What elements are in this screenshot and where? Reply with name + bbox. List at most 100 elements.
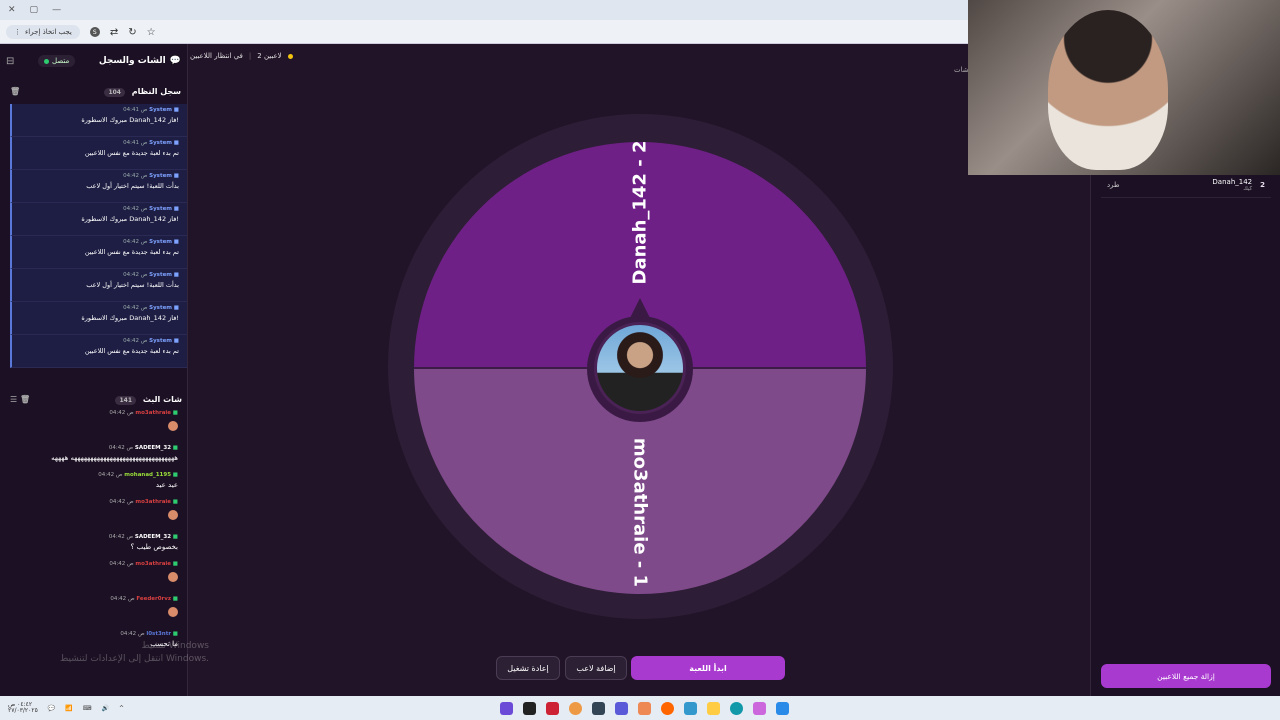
windows-activation-watermark: تنشيط Windows انتقل إلى الإعدادات لتنشيط…: [60, 640, 209, 665]
system-log-sender: System: [149, 173, 173, 179]
webcam-overlay: [968, 0, 1280, 175]
system-log-text: تم بدء لعبة جديدة مع نفس اللاعبين: [84, 248, 179, 256]
window-titlebar: ✕ ▢ —: [0, 0, 968, 20]
chat-username[interactable]: SADEEM_32: [135, 534, 171, 540]
profile-avatar[interactable]: S: [89, 27, 100, 37]
chat-username[interactable]: mohanad_1195: [124, 472, 171, 478]
system-log-meta: 04:42 ص System ■: [12, 239, 179, 245]
start-game-button[interactable]: ابدأ اللعبة: [631, 656, 785, 680]
system-log-item: 04:42 ص System ■ بدأت اللعبة! سيتم اختيار…: [10, 170, 187, 203]
status-dot-icon: [44, 58, 49, 64]
add-player-button[interactable]: إضافة لاعب: [565, 656, 627, 680]
emote-icon: [168, 510, 178, 520]
system-log-sender: System: [149, 305, 173, 311]
system-log-meta: 04:42 ص System ■: [12, 305, 179, 311]
app-icon[interactable]: [753, 701, 766, 715]
system-log-time: 04:42 ص: [123, 239, 148, 245]
volume-icon[interactable]: 🔊: [101, 705, 108, 712]
app-icon[interactable]: [592, 701, 605, 715]
right-tab-label[interactable]: شات: [954, 66, 969, 74]
edge-icon[interactable]: [730, 701, 743, 715]
wheel-segment-label: Danah_142 - 2: [629, 142, 651, 285]
player-count-label: 2 لاعبين: [257, 52, 282, 60]
chrome-icon[interactable]: [569, 701, 582, 715]
teams-icon[interactable]: [615, 701, 628, 715]
chat-text: ههههههههههههههههههههههههههههههههه ههههه: [51, 454, 178, 462]
chat-time: 04:42 ص: [98, 472, 123, 478]
live-chat-title-wrap: 141 شات البث: [115, 395, 182, 405]
live-chat-count: 141: [115, 395, 137, 405]
chat-username[interactable]: mo3athraie: [135, 499, 171, 505]
windows-start-icon[interactable]: [776, 701, 789, 715]
system-log-text: بدأت اللعبة! سيتم اختيار أول لاعب: [86, 182, 179, 190]
remove-all-players-button[interactable]: إزالة جميع اللاعبين: [1101, 664, 1271, 688]
wifi-icon[interactable]: 📶: [65, 705, 72, 712]
maximize-window-icon[interactable]: ▢: [30, 5, 39, 15]
system-badge-icon: ■: [173, 305, 179, 311]
system-log-list[interactable]: 04:41 ص System ■ مبروك الاسطورة Danah_142…: [0, 104, 187, 382]
system-badge-icon: ■: [173, 107, 179, 113]
app-icon[interactable]: [638, 701, 651, 715]
system-log-text: تم بدء لعبة جديدة مع نفس اللاعبين: [84, 149, 179, 157]
extensions-icon[interactable]: ⇄: [110, 27, 118, 38]
kick-badge-icon: ■: [172, 631, 178, 637]
player-platform: كيك: [1243, 185, 1253, 192]
list-icon[interactable]: ☰: [10, 395, 17, 404]
kick-badge-icon: ■: [172, 410, 178, 416]
chat-username[interactable]: mo3athraie: [135, 410, 171, 416]
player-row: طرد Danah_142 كيك 2: [1101, 172, 1271, 198]
chat-tray-icon[interactable]: 💬: [48, 705, 55, 712]
app-icon[interactable]: [500, 701, 513, 715]
emote-icon: [168, 607, 178, 617]
restart-button[interactable]: إعادة تشغيل: [496, 656, 560, 680]
clock[interactable]: ٠٤:٤٢ ص ٢٧/٠٣/٢٠٢٥: [8, 702, 38, 714]
kick-player-button[interactable]: طرد: [1107, 181, 1120, 189]
trash-icon[interactable]: 🗑: [10, 87, 20, 96]
app-icon[interactable]: [546, 701, 559, 715]
system-log-meta: 04:42 ص System ■: [12, 173, 179, 179]
app-icon[interactable]: [523, 701, 536, 715]
browser-bar: ✕ ▢ — ⋮ يجب اتخاذ إجراء S ⇄ ↻ ☆: [0, 0, 968, 44]
system-log-count: 104: [104, 87, 125, 97]
chat-message: 04:42 ص mo3athraie ■: [0, 410, 188, 435]
system-log-time: 04:42 ص: [123, 173, 148, 179]
chat-username[interactable]: l0st3ntr: [146, 631, 171, 637]
chat-message-meta: 04:42 ص l0st3ntr ■: [10, 631, 178, 637]
chat-panel-title: الشات والسجل: [98, 56, 166, 66]
chat-message-meta: 04:42 ص mo3athraie ■: [10, 410, 178, 416]
close-window-icon[interactable]: ✕: [8, 5, 16, 15]
chat-username[interactable]: SADEEM_32: [135, 445, 171, 451]
keyboard-icon[interactable]: ⌨: [83, 705, 92, 712]
system-badge-icon: ■: [173, 239, 179, 245]
reload-icon[interactable]: ↻: [128, 27, 136, 38]
system-log-meta: 04:42 ص System ■: [12, 206, 179, 212]
app-icon[interactable]: [684, 701, 697, 715]
collapse-panel-icon[interactable]: ⊟: [6, 56, 14, 67]
system-log-meta: 04:42 ص System ■: [12, 338, 179, 344]
bookmark-star-icon[interactable]: ☆: [147, 27, 156, 38]
system-log-time: 04:41 ص: [123, 140, 148, 146]
system-tray: ٠٤:٤٢ ص ٢٧/٠٣/٢٠٢٥ 💬 📶 ⌨ 🔊 ^: [0, 702, 124, 714]
system-badge-icon: ■: [173, 173, 179, 179]
chat-username[interactable]: mo3athraie: [135, 561, 171, 567]
system-badge-icon: ■: [173, 338, 179, 344]
browser-toolbar: ⋮ يجب اتخاذ إجراء S ⇄ ↻ ☆: [0, 20, 968, 44]
system-log-title: سجل النظام: [131, 86, 181, 96]
tray-chevron-icon[interactable]: ^: [119, 705, 124, 712]
kick-badge-icon: ■: [172, 472, 178, 478]
chat-trash-icon[interactable]: 🗑: [20, 395, 30, 404]
firefox-icon[interactable]: [661, 701, 674, 715]
system-log-item: 04:42 ص System ■ تم بدء لعبة جديدة مع نفس…: [10, 236, 187, 269]
system-log-meta: 04:41 ص System ■: [12, 140, 179, 146]
system-log-time: 04:42 ص: [123, 272, 148, 278]
system-log-item: 04:41 ص System ■ تم بدء لعبة جديدة مع نفس…: [10, 137, 187, 170]
minimize-window-icon[interactable]: —: [52, 5, 61, 15]
system-log-text: تم بدء لعبة جديدة مع نفس اللاعبين: [84, 347, 179, 355]
connection-status-badge: متصل: [38, 55, 76, 67]
connection-status-label: متصل: [52, 57, 70, 65]
profile-action-button[interactable]: ⋮ يجب اتخاذ إجراء: [6, 25, 80, 39]
file-explorer-icon[interactable]: [707, 701, 720, 715]
game-state-label: في انتظار اللاعبين: [190, 52, 243, 60]
chat-username[interactable]: Feeder0rvz: [136, 596, 171, 602]
chat-message-meta: 04:42 ص SADEEM_32 ■: [10, 534, 178, 540]
